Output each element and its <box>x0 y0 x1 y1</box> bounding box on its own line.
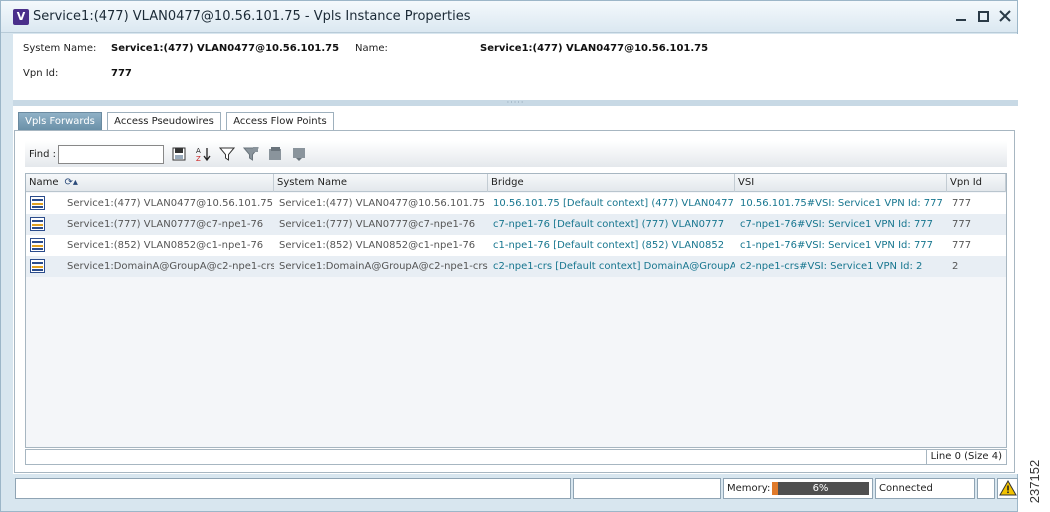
name-value: Service1:(477) VLAN0477@10.56.101.75 <box>480 43 709 54</box>
tab-content: Find : AZ Name ⟳▴ System Name Bridge VSI… <box>14 130 1015 473</box>
table-toolbar: Find : AZ <box>25 141 1007 167</box>
vpls-forward-icon <box>30 196 45 210</box>
splitter-grip-icon: ····· <box>506 98 525 107</box>
window-controls <box>953 7 1013 25</box>
column-header-vpn-id[interactable]: Vpn Id <box>947 174 1006 192</box>
status-bar: Memory: 6% Connected <box>13 478 1018 500</box>
name-label: Name: <box>355 43 388 54</box>
cell-bridge-link[interactable]: c2-npe1-crs [Default context] DomainA@Gr… <box>490 256 735 277</box>
svg-text:A: A <box>196 147 201 155</box>
advanced-filter-icon[interactable] <box>242 145 260 163</box>
column-header-label: Name <box>29 177 59 188</box>
table-row[interactable]: Service1:(852) VLAN0852@c1-npe1-76 Servi… <box>26 235 1006 256</box>
vpls-forwards-table: Name ⟳▴ System Name Bridge VSI Vpn Id Ser… <box>25 173 1007 448</box>
vpls-forward-icon <box>30 259 45 273</box>
cell-bridge-link[interactable]: c7-npe1-76 [Default context] (777) VLAN0… <box>490 214 735 235</box>
column-header-bridge[interactable]: Bridge <box>488 174 735 192</box>
memory-value: 6% <box>812 483 829 494</box>
tab-access-flow-points[interactable]: Access Flow Points <box>226 112 334 130</box>
system-name-label: System Name: <box>23 43 97 54</box>
vpn-id-value: 777 <box>111 68 132 79</box>
cell-vsi-link[interactable]: c7-npe1-76#VSI: Service1 VPN Id: 777 <box>737 214 947 235</box>
sort-az-icon[interactable]: AZ <box>194 145 212 163</box>
cell-vsi-link[interactable]: c1-npe1-76#VSI: Service1 VPN Id: 777 <box>737 235 947 256</box>
window-title: Service1:(477) VLAN0477@10.56.101.75 - V… <box>33 9 471 24</box>
tab-vpls-forwards[interactable]: Vpls Forwards <box>18 112 102 130</box>
table-row[interactable]: Service1:(777) VLAN0777@c7-npe1-76 Servi… <box>26 214 1006 235</box>
cell-system-name: Service1:(777) VLAN0777@c7-npe1-76 <box>279 219 476 230</box>
title-bar[interactable]: V Service1:(477) VLAN0477@10.56.101.75 -… <box>1 1 1017 33</box>
cell-name: Service1:DomainA@GroupA@c2-npe1-crs <box>67 261 274 272</box>
table-row[interactable]: Service1:DomainA@GroupA@c2-npe1-crs Serv… <box>26 256 1006 277</box>
memory-label: Memory: <box>727 483 771 494</box>
cell-vsi-link[interactable]: 10.56.101.75#VSI: Service1 VPN Id: 777 <box>737 193 947 214</box>
status-message <box>15 478 571 499</box>
figure-id-text: 237152 <box>1027 459 1043 504</box>
connection-status: Connected <box>875 478 975 499</box>
vpls-forward-icon <box>30 238 45 252</box>
cell-system-name: Service1:DomainA@GroupA@c2-npe1-crs <box>279 261 488 272</box>
minimize-icon <box>956 19 966 21</box>
cell-vpn-id: 2 <box>952 261 959 272</box>
app-icon: V <box>13 8 29 25</box>
cell-bridge-link[interactable]: c1-npe1-76 [Default context] (852) VLAN0… <box>490 235 735 256</box>
memory-indicator: Memory: 6% <box>723 478 873 499</box>
cell-vpn-id: 777 <box>952 198 972 209</box>
memory-bar-fill <box>772 482 778 495</box>
properties-window: V Service1:(477) VLAN0477@10.56.101.75 -… <box>0 0 1018 512</box>
table-header: Name ⟳▴ System Name Bridge VSI Vpn Id <box>26 174 1006 192</box>
warning-icon <box>999 479 1017 496</box>
maximize-icon <box>977 10 989 22</box>
column-header-vsi[interactable]: VSI <box>735 174 947 192</box>
filter-icon[interactable] <box>218 145 236 163</box>
memory-bar: 6% <box>772 482 869 495</box>
status-empty-cell <box>977 478 995 499</box>
figure-id-label: 237152 <box>1027 456 1047 511</box>
cell-name: Service1:(477) VLAN0477@10.56.101.75 <box>67 198 273 209</box>
clear-filter-icon[interactable] <box>266 145 284 163</box>
cell-system-name: Service1:(852) VLAN0852@c1-npe1-76 <box>279 240 476 251</box>
cell-vsi-link[interactable]: c2-npe1-crs#VSI: Service1 VPN Id: 2 <box>737 256 947 277</box>
table-row[interactable]: Service1:(477) VLAN0477@10.56.101.75 Ser… <box>26 193 1006 214</box>
cell-name: Service1:(852) VLAN0852@c1-npe1-76 <box>67 240 264 251</box>
status-message-secondary <box>573 478 721 499</box>
vpls-forward-icon <box>30 217 45 231</box>
find-label: Find : <box>29 148 57 160</box>
cell-name: Service1:(777) VLAN0777@c7-npe1-76 <box>67 219 264 230</box>
find-input[interactable] <box>58 144 165 164</box>
close-button[interactable] <box>997 7 1013 25</box>
cell-vpn-id: 777 <box>952 240 972 251</box>
table-line-status: Line 0 (Size 4) <box>925 450 1006 464</box>
table-footer: Line 0 (Size 4) <box>25 449 1007 465</box>
system-name-value: Service1:(477) VLAN0477@10.56.101.75 <box>111 43 340 54</box>
settings-filter-icon[interactable] <box>290 145 308 163</box>
svg-text:Z: Z <box>196 155 201 162</box>
minimize-button[interactable] <box>953 7 969 25</box>
column-header-system-name[interactable]: System Name <box>274 174 488 192</box>
vpn-id-label: Vpn Id: <box>23 68 59 79</box>
tab-access-pseudowires[interactable]: Access Pseudowires <box>107 112 221 130</box>
maximize-button[interactable] <box>975 7 991 25</box>
cell-vpn-id: 777 <box>952 219 972 230</box>
export-icon[interactable] <box>170 145 188 163</box>
tabs-area: Vpls Forwards Access Pseudowires Access … <box>13 106 1018 474</box>
close-icon <box>999 10 1011 22</box>
cell-system-name: Service1:(477) VLAN0477@10.56.101.75 <box>279 198 485 209</box>
sort-ascending-icon: ⟳▴ <box>64 177 78 188</box>
column-header-name[interactable]: Name ⟳▴ <box>26 174 274 192</box>
warning-button[interactable] <box>997 478 1018 499</box>
properties-panel: System Name: Service1:(477) VLAN0477@10.… <box>13 34 1018 100</box>
cell-bridge-link[interactable]: 10.56.101.75 [Default context] (477) VLA… <box>490 193 735 214</box>
